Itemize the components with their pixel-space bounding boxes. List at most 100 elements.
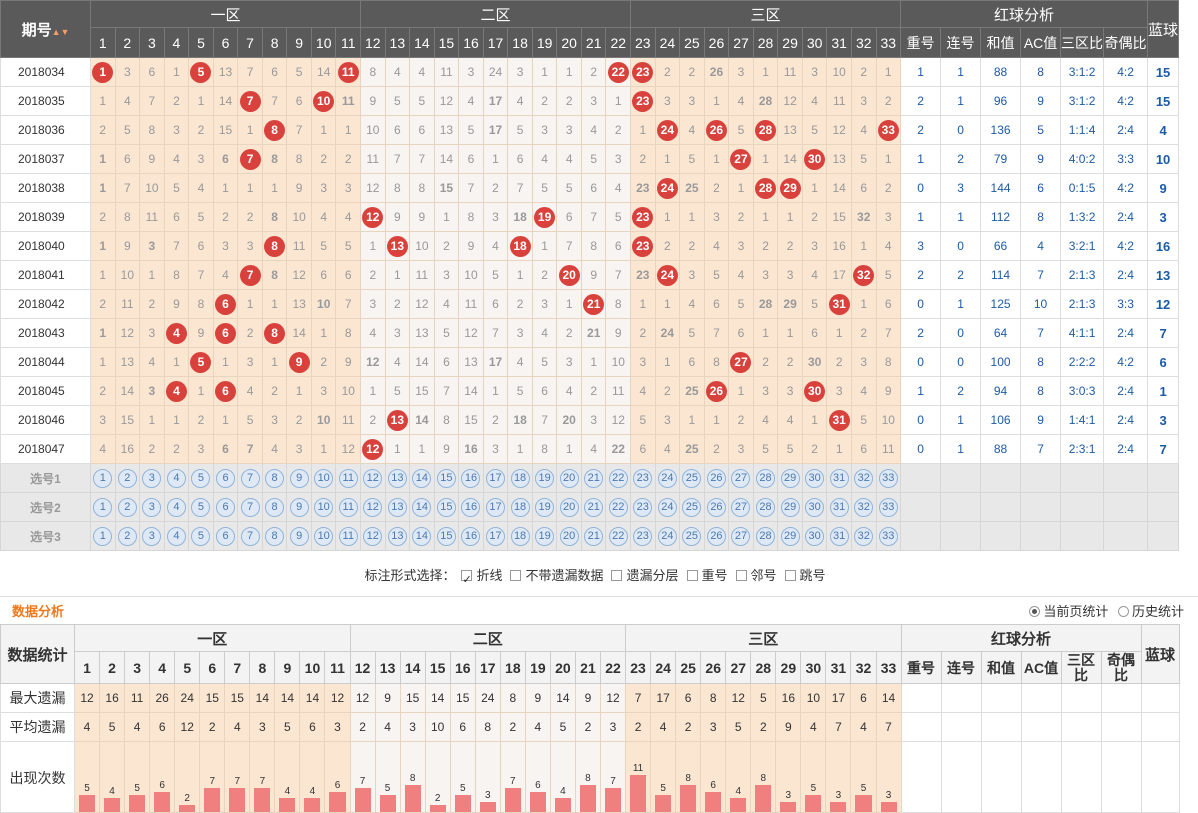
checkbox[interactable] (686, 570, 698, 581)
checkbox[interactable] (611, 570, 623, 581)
pick-ball-11[interactable]: 11 (338, 468, 358, 488)
pick-ball-16[interactable]: 16 (461, 497, 481, 517)
pick-ball-32[interactable]: 32 (854, 526, 874, 546)
pick-ball-13[interactable]: 13 (387, 468, 407, 488)
pick-ball-11[interactable]: 11 (338, 526, 358, 546)
pick-ball-20[interactable]: 20 (559, 468, 579, 488)
pick-ball-22[interactable]: 22 (608, 468, 628, 488)
pick-ball-30[interactable]: 30 (805, 468, 825, 488)
pick-ball-31[interactable]: 31 (829, 497, 849, 517)
pick-ball-9[interactable]: 9 (289, 497, 309, 517)
pick-ball-12[interactable]: 12 (363, 526, 383, 546)
pick-ball-29[interactable]: 29 (780, 468, 800, 488)
pick-ball-33[interactable]: 33 (878, 526, 898, 546)
pick-ball-11[interactable]: 11 (338, 497, 358, 517)
pick-ball-12[interactable]: 12 (363, 497, 383, 517)
pick-ball-33[interactable]: 33 (878, 497, 898, 517)
pick-ball-27[interactable]: 27 (731, 468, 751, 488)
pick-ball-19[interactable]: 19 (535, 526, 555, 546)
pick-ball-16[interactable]: 16 (461, 526, 481, 546)
pick-ball-4[interactable]: 4 (166, 497, 186, 517)
pick-ball-5[interactable]: 5 (191, 526, 211, 546)
option-2[interactable]: 遗漏分层 (611, 563, 679, 589)
pick-ball-29[interactable]: 29 (780, 497, 800, 517)
pick-ball-21[interactable]: 21 (584, 526, 604, 546)
pick-ball-3[interactable]: 3 (142, 468, 162, 488)
pick-ball-18[interactable]: 18 (510, 468, 530, 488)
pick-ball-25[interactable]: 25 (682, 526, 702, 546)
pick-ball-4[interactable]: 4 (166, 526, 186, 546)
pick-ball-23[interactable]: 23 (633, 468, 653, 488)
pick-ball-20[interactable]: 20 (559, 497, 579, 517)
option-1[interactable]: 不带遗漏数据 (510, 563, 603, 589)
pick-ball-19[interactable]: 19 (535, 468, 555, 488)
pick-ball-28[interactable]: 28 (756, 468, 776, 488)
pick-ball-12[interactable]: 12 (363, 468, 383, 488)
pick-ball-22[interactable]: 22 (608, 497, 628, 517)
pick-ball-24[interactable]: 24 (657, 526, 677, 546)
pick-ball-26[interactable]: 26 (706, 497, 726, 517)
pick-ball-29[interactable]: 29 (780, 526, 800, 546)
pick-ball-6[interactable]: 6 (216, 526, 235, 546)
pick-ball-25[interactable]: 25 (682, 497, 702, 517)
pick-ball-6[interactable]: 6 (216, 497, 235, 517)
history-radio[interactable] (1117, 606, 1129, 617)
checkbox[interactable] (510, 570, 522, 581)
pick-ball-7[interactable]: 7 (240, 497, 260, 517)
pick-ball-15[interactable]: 15 (436, 497, 456, 517)
pick-ball-27[interactable]: 27 (731, 526, 751, 546)
pick-ball-23[interactable]: 23 (633, 526, 653, 546)
pick-ball-10[interactable]: 10 (314, 497, 334, 517)
option-0[interactable]: 折线 (461, 563, 502, 593)
pick-ball-9[interactable]: 9 (289, 526, 309, 546)
pick-ball-8[interactable]: 8 (265, 468, 285, 488)
pick-ball-30[interactable]: 30 (805, 526, 825, 546)
pick-ball-27[interactable]: 27 (731, 497, 751, 517)
pick-ball-22[interactable]: 22 (608, 526, 628, 546)
pick-ball-13[interactable]: 13 (387, 497, 407, 517)
pick-ball-3[interactable]: 3 (142, 526, 162, 546)
pick-ball-21[interactable]: 21 (584, 468, 604, 488)
pick-ball-28[interactable]: 28 (756, 526, 776, 546)
pick-ball-14[interactable]: 14 (412, 526, 432, 546)
pick-ball-5[interactable]: 5 (191, 497, 211, 517)
pick-ball-30[interactable]: 30 (805, 497, 825, 517)
pick-ball-15[interactable]: 15 (436, 468, 456, 488)
pick-ball-14[interactable]: 14 (412, 468, 432, 488)
pick-ball-18[interactable]: 18 (510, 497, 530, 517)
current-page-radio[interactable] (1029, 606, 1041, 617)
pick-ball-7[interactable]: 7 (240, 526, 260, 546)
checkbox[interactable] (735, 570, 747, 581)
pick-ball-17[interactable]: 17 (486, 468, 506, 488)
pick-ball-28[interactable]: 28 (756, 497, 776, 517)
pick-ball-8[interactable]: 8 (265, 526, 285, 546)
pick-ball-21[interactable]: 21 (584, 497, 604, 517)
pick-ball-32[interactable]: 32 (854, 468, 874, 488)
checkbox[interactable] (461, 567, 473, 593)
pick-ball-14[interactable]: 14 (412, 497, 432, 517)
option-4[interactable]: 邻号 (735, 563, 777, 589)
pick-ball-7[interactable]: 7 (240, 468, 260, 488)
pick-ball-10[interactable]: 10 (314, 468, 334, 488)
pick-ball-9[interactable]: 9 (289, 468, 309, 488)
pick-ball-1[interactable]: 1 (93, 526, 113, 546)
pick-ball-25[interactable]: 25 (682, 468, 702, 488)
pick-ball-15[interactable]: 15 (436, 526, 456, 546)
option-3[interactable]: 重号 (686, 563, 728, 589)
pick-ball-19[interactable]: 19 (535, 497, 555, 517)
pick-ball-26[interactable]: 26 (706, 468, 726, 488)
pick-ball-8[interactable]: 8 (265, 497, 285, 517)
pick-ball-13[interactable]: 13 (387, 526, 407, 546)
pick-ball-24[interactable]: 24 (657, 468, 677, 488)
pick-ball-2[interactable]: 2 (117, 497, 137, 517)
pick-ball-2[interactable]: 2 (117, 526, 137, 546)
pick-ball-17[interactable]: 17 (486, 497, 506, 517)
pick-ball-33[interactable]: 33 (878, 468, 898, 488)
pick-ball-5[interactable]: 5 (191, 468, 211, 488)
pick-ball-1[interactable]: 1 (93, 497, 113, 517)
pick-ball-16[interactable]: 16 (461, 468, 481, 488)
pick-ball-18[interactable]: 18 (510, 526, 530, 546)
pick-ball-3[interactable]: 3 (142, 497, 162, 517)
pick-ball-23[interactable]: 23 (633, 497, 653, 517)
pick-ball-4[interactable]: 4 (166, 468, 186, 488)
